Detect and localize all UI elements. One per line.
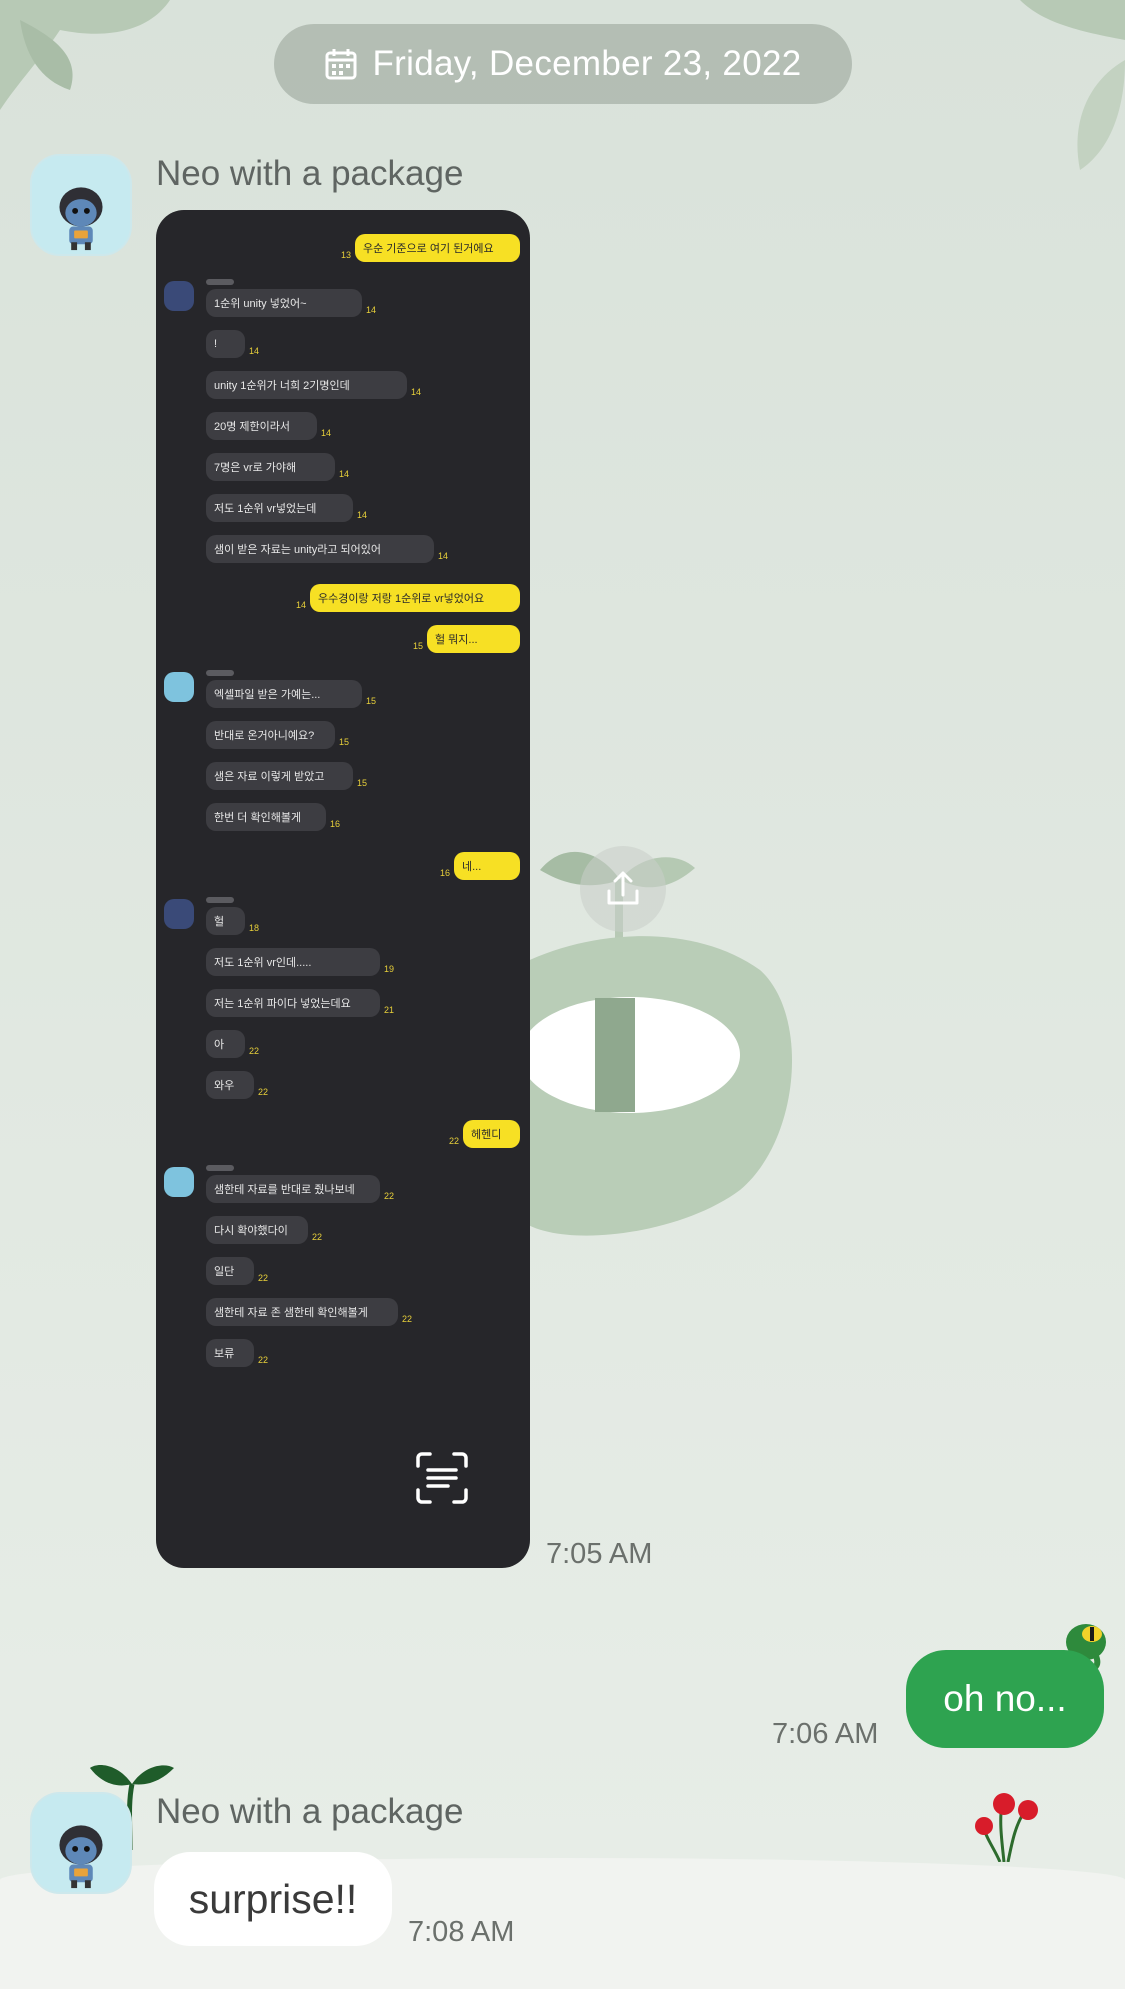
image-message[interactable]: 우순 기준으로 여기 된거에요 13 1순위 unity 넣었어~ 14! 14 unit… bbox=[156, 210, 530, 1568]
screenshot-unread-count: 15 bbox=[339, 737, 350, 747]
screenshot-avatar bbox=[164, 1167, 194, 1197]
message-time: 7:08 AM bbox=[408, 1916, 515, 1948]
screenshot-message-row: 다시 확야했다이 bbox=[206, 1216, 308, 1244]
screenshot-sender-name bbox=[206, 1165, 234, 1171]
screenshot-unread-count: 18 bbox=[249, 923, 260, 933]
screenshot-message-row: 헐 bbox=[206, 907, 245, 935]
screenshot-message-row: 7명은 vr로 가야해 bbox=[206, 453, 335, 481]
screenshot-unread-count: 22 bbox=[258, 1355, 269, 1365]
screenshot-avatar bbox=[164, 281, 194, 311]
screenshot-unread-count: 22 bbox=[249, 1046, 260, 1056]
screenshot-message-row: 보류 bbox=[206, 1339, 254, 1367]
screenshot-message-row: 한번 더 확인해볼게 bbox=[206, 803, 326, 831]
screenshot-message-row: 저도 1순위 vr넣었는데 bbox=[206, 494, 353, 522]
screenshot-unread-count: 14 bbox=[366, 305, 377, 315]
screenshot-message-row: 우수경이랑 저랑 1순위로 vr넣었어요 bbox=[310, 584, 520, 612]
screenshot-avatar bbox=[164, 672, 194, 702]
screenshot-message-row: ! bbox=[206, 330, 245, 358]
date-text: Friday, December 23, 2022 bbox=[372, 44, 802, 83]
chat-screenshot-image: 우순 기준으로 여기 된거에요 13 1순위 unity 넣었어~ 14! 14 unit… bbox=[156, 210, 530, 1568]
screenshot-unread-count: 22 bbox=[312, 1232, 323, 1242]
incoming-message-bubble[interactable]: surprise!! bbox=[154, 1852, 392, 1946]
sender-name: Neo with a package bbox=[156, 154, 464, 193]
screenshot-message-row: 엑셀파일 받은 가예는... bbox=[206, 680, 362, 708]
scan-text-icon[interactable] bbox=[414, 1450, 470, 1506]
screenshot-message-row: 우순 기준으로 여기 된거에요 bbox=[355, 234, 520, 262]
sender-name: Neo with a package bbox=[156, 1792, 464, 1831]
berries-decoration-icon bbox=[975, 1793, 1038, 1862]
screenshot-message-row: 와우 bbox=[206, 1071, 254, 1099]
screenshot-sender-name bbox=[206, 897, 234, 903]
screenshot-unread-count: 13 bbox=[340, 250, 351, 260]
screenshot-unread-count: 15 bbox=[412, 641, 423, 651]
screenshot-unread-count: 22 bbox=[258, 1087, 269, 1097]
screenshot-unread-count: 22 bbox=[384, 1191, 395, 1201]
screenshot-message-row: 20명 제한이라서 bbox=[206, 412, 317, 440]
screenshot-unread-count: 15 bbox=[366, 696, 377, 706]
message-time: 7:06 AM bbox=[772, 1718, 879, 1750]
sender-avatar[interactable] bbox=[30, 154, 132, 256]
screenshot-message-row: 저는 1순위 파이다 넣었는데요 bbox=[206, 989, 380, 1017]
screenshot-unread-count: 21 bbox=[384, 1005, 395, 1015]
screenshot-unread-count: 15 bbox=[357, 778, 368, 788]
screenshot-unread-count: 14 bbox=[295, 600, 306, 610]
screenshot-message-row: 샘은 자료 이렇게 받았고 bbox=[206, 762, 353, 790]
leaf-decoration-icon bbox=[1020, 0, 1125, 170]
share-icon bbox=[607, 871, 639, 905]
neo-avatar-icon bbox=[32, 156, 130, 254]
share-button[interactable] bbox=[580, 846, 666, 932]
screenshot-message-row: 샘이 받은 자료는 unity라고 되어있어 bbox=[206, 535, 434, 563]
screenshot-message-row: unity 1순위가 너희 2기명인데 bbox=[206, 371, 407, 399]
screenshot-unread-count: 22 bbox=[448, 1136, 459, 1146]
screenshot-unread-count: 14 bbox=[411, 387, 422, 397]
outgoing-message-bubble[interactable]: oh no... bbox=[906, 1650, 1104, 1748]
neo-avatar-icon bbox=[32, 1794, 130, 1892]
screenshot-message-row: 아 bbox=[206, 1030, 245, 1058]
screenshot-sender-name bbox=[206, 670, 234, 676]
screenshot-unread-count: 14 bbox=[249, 346, 260, 356]
calendar-icon bbox=[325, 49, 357, 80]
screenshot-message-row: 헐 뭐지... bbox=[427, 625, 520, 653]
screenshot-unread-count: 14 bbox=[357, 510, 368, 520]
screenshot-unread-count: 22 bbox=[402, 1314, 413, 1324]
screenshot-unread-count: 14 bbox=[438, 551, 449, 561]
screenshot-message-row: 일단 bbox=[206, 1257, 254, 1285]
screenshot-message-row: 헤헨디 bbox=[463, 1120, 520, 1148]
screenshot-message-row: 샘한테 자료 존 샘한테 확인해볼게 bbox=[206, 1298, 398, 1326]
screenshot-message-row: 샘한테 자료를 반대로 줬나보네 bbox=[206, 1175, 380, 1203]
sender-avatar[interactable] bbox=[30, 1792, 132, 1894]
date-header: Friday, December 23, 2022 bbox=[274, 24, 852, 104]
screenshot-message-row: 네... bbox=[454, 852, 520, 880]
leaf-decoration-icon bbox=[0, 0, 170, 110]
screenshot-unread-count: 14 bbox=[321, 428, 332, 438]
screenshot-unread-count: 16 bbox=[439, 868, 450, 878]
screenshot-unread-count: 16 bbox=[330, 819, 341, 829]
screenshot-sender-name bbox=[206, 279, 234, 285]
screenshot-message-row: 반대로 온거아니예요? bbox=[206, 721, 335, 749]
screenshot-message-row: 1순위 unity 넣었어~ bbox=[206, 289, 362, 317]
screenshot-message-row: 저도 1순위 vr인데..... bbox=[206, 948, 380, 976]
screenshot-unread-count: 14 bbox=[339, 469, 350, 479]
message-time: 7:05 AM bbox=[546, 1538, 653, 1570]
screenshot-unread-count: 22 bbox=[258, 1273, 269, 1283]
screenshot-unread-count: 19 bbox=[384, 964, 395, 974]
screenshot-avatar bbox=[164, 899, 194, 929]
